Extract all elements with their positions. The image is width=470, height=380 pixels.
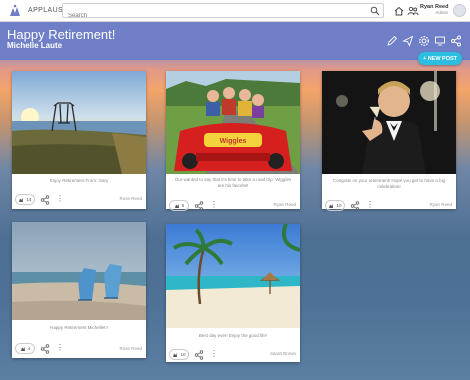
more-options-icon[interactable]: ⋮: [56, 344, 64, 354]
applause-button[interactable]: 4: [15, 343, 35, 354]
share-icon[interactable]: [350, 201, 360, 211]
post-card[interactable]: Happy Retirement Michelle!!! Rose Reed 4…: [12, 222, 146, 358]
applause-count: 14: [26, 197, 32, 202]
post-caption: Our wanted to say that it's time to take…: [174, 177, 292, 188]
post-actions: 5 ⋮: [166, 200, 300, 212]
post-photo-toast: [322, 71, 456, 174]
user-role: Admin: [435, 10, 448, 15]
post-card[interactable]: Wiggles Our wanted to say that it's time…: [166, 71, 300, 212]
clap-icon: [19, 197, 24, 202]
search-icon[interactable]: [370, 6, 380, 16]
new-post-button[interactable]: + NEW POST: [418, 52, 462, 65]
applause-count: 4: [27, 346, 31, 351]
share-icon[interactable]: [194, 201, 204, 211]
more-options-icon[interactable]: ⋮: [366, 201, 374, 211]
post-card[interactable]: Best day ever! Enjoy the good life! Sara…: [166, 224, 300, 362]
post-actions: 4 ⋮: [12, 343, 146, 355]
post-caption: Best day ever! Enjoy the good life!: [198, 333, 268, 338]
search-input[interactable]: [63, 9, 363, 23]
applause-button[interactable]: 14: [15, 194, 35, 205]
user-menu[interactable]: Ryan Reed Admin: [420, 4, 448, 15]
applause-button[interactable]: 5: [169, 200, 189, 211]
post-caption: Happy Retirement Michelle!!!: [50, 325, 108, 330]
monitor-icon[interactable]: [434, 35, 446, 47]
applause-count: 10: [336, 203, 342, 208]
post-photo-swing: [12, 71, 146, 174]
share-icon[interactable]: [40, 195, 50, 205]
clap-icon: [174, 203, 179, 208]
send-icon[interactable]: [402, 35, 414, 47]
home-icon[interactable]: [393, 5, 405, 17]
recipient-name: Michelle Laute: [7, 41, 63, 50]
clap-icon: [20, 346, 25, 351]
gear-icon[interactable]: [418, 35, 430, 47]
clap-icon: [329, 203, 334, 208]
more-options-icon[interactable]: ⋮: [56, 195, 64, 205]
post-card[interactable]: Enjoy Retirement From: Gary Rose Reed 14…: [12, 71, 146, 209]
post-caption: Enjoy Retirement From: Gary: [49, 178, 109, 183]
post-photo-tropical-beach: [166, 224, 300, 328]
post-photo-wiggles-car: Wiggles: [166, 71, 300, 174]
applause-count: 10: [180, 352, 186, 357]
post-actions: 10 ⋮: [322, 200, 456, 212]
share-icon[interactable]: [450, 35, 462, 47]
post-card[interactable]: Congrats on your retirement! Hope you ge…: [322, 71, 456, 212]
search-bar[interactable]: [62, 3, 384, 23]
pen-icon[interactable]: [386, 35, 398, 47]
share-icon[interactable]: [194, 350, 204, 360]
post-photo-beach-chairs: [12, 222, 146, 320]
svg-text:Wiggles: Wiggles: [220, 138, 247, 145]
more-options-icon[interactable]: ⋮: [210, 350, 218, 360]
clap-icon: [173, 352, 178, 357]
more-options-icon[interactable]: ⋮: [210, 201, 218, 211]
applause-logo-icon[interactable]: [6, 3, 24, 19]
post-caption: Congrats on your retirement! Hope you ge…: [332, 178, 446, 189]
people-icon[interactable]: [407, 5, 419, 17]
applause-count: 5: [181, 203, 185, 208]
post-actions: 10 ⋮: [166, 349, 300, 361]
avatar[interactable]: [453, 4, 466, 17]
applause-button[interactable]: 10: [169, 349, 189, 360]
share-icon[interactable]: [40, 344, 50, 354]
page-title: Happy Retirement!: [7, 27, 116, 42]
post-actions: 14 ⋮: [12, 194, 146, 206]
applause-button[interactable]: 10: [325, 200, 345, 211]
